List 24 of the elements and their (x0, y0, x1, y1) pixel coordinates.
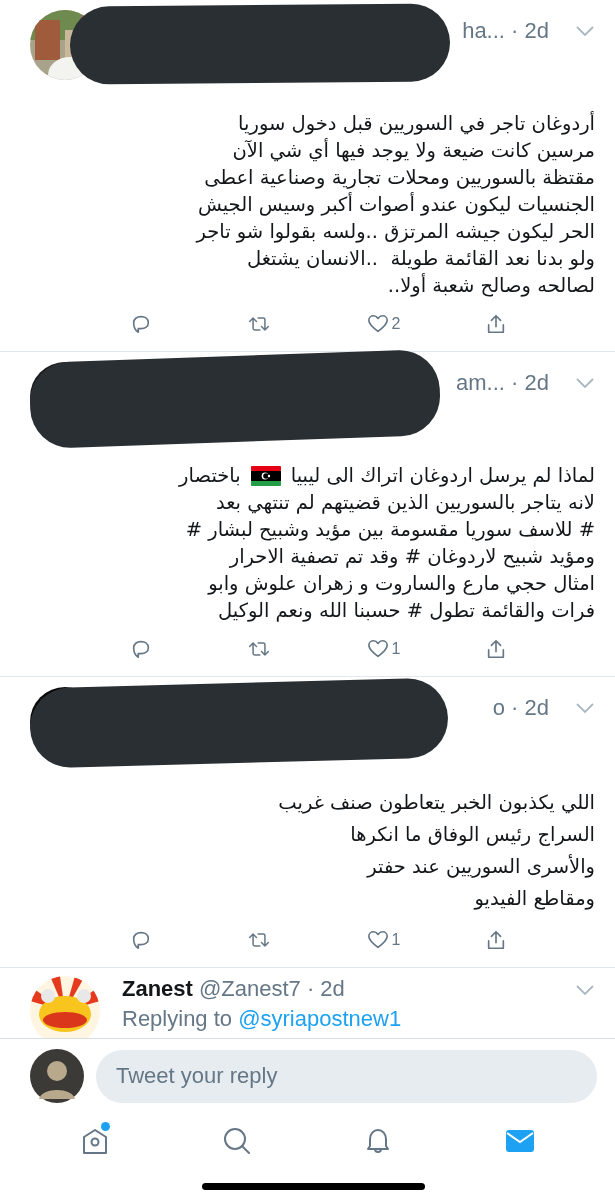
flag-icon (250, 465, 281, 486)
tweet-meta: ha... · 2d (462, 18, 549, 44)
reply-icon[interactable] (130, 313, 152, 335)
heart-icon[interactable] (366, 929, 389, 951)
tweet-meta: am... · 2d (456, 370, 549, 396)
avatar-icon (30, 1049, 84, 1103)
heart-icon[interactable] (366, 313, 389, 335)
replying-to-text: Replying to @syriapostnew1 (122, 1006, 403, 1032)
heart-icon[interactable] (366, 638, 389, 660)
mention-link[interactable]: @syriapostnew1 (238, 1006, 402, 1031)
like-count: 2 (391, 315, 401, 333)
tweet-text: أردوغان تاجر في السوريين قبل دخول سوريا مرسين كانت ضيعة ولا يوجد فيها أي شي الآن مقتظة بالسوريين ومحلات تجارية وصناعية اعطى الجنسيات ليكون عندو أصوات أكبر وسيس الجيش الحر ليكون جيشه المرتزق ..ولسه بقولوا شو تاجر ولو بدنا نعد القائمة طويلة ..الانسان يشتغل لصالحه وصالح شعبة أولا.. (194, 110, 595, 299)
user-name: Zanest (122, 976, 193, 1002)
reply-field[interactable]: Tweet your reply (96, 1049, 597, 1103)
like-count: 1 (391, 640, 401, 658)
tweet-text: اللي يكذبون الخبر يتعاطون صنف غريب السراج رئيس الوفاق ما انكرها والأسرى السوريين عند حفتر ومقاطع الفيديو (277, 790, 595, 912)
tweet-text: لانه يتاجر بالسوريين الذين قضيتهم لم تنتهي بعد # للاسف سوريا مقسومة بين مؤيد وشبيح لبشار # ومؤيد شبيح لاردوغان # وقد تم تصفية الاحرار امثال حجي مارع والساروت و زهران علوش وابو فرات والقائمة تطول # حسبنا الله ونعم الوكيل (184, 490, 595, 624)
reply-icon[interactable] (130, 929, 152, 951)
tweet-meta: @Zanest7 · 2d (198, 976, 345, 1002)
reply-icon[interactable] (130, 638, 152, 660)
like-count: 1 (391, 931, 401, 949)
tweet-meta: o · 2d (492, 695, 549, 721)
tweet-text: باختصار (179, 463, 241, 489)
tweet-text: لماذا لم يرسل اردوغان اتراك الى ليبيا (290, 463, 595, 489)
